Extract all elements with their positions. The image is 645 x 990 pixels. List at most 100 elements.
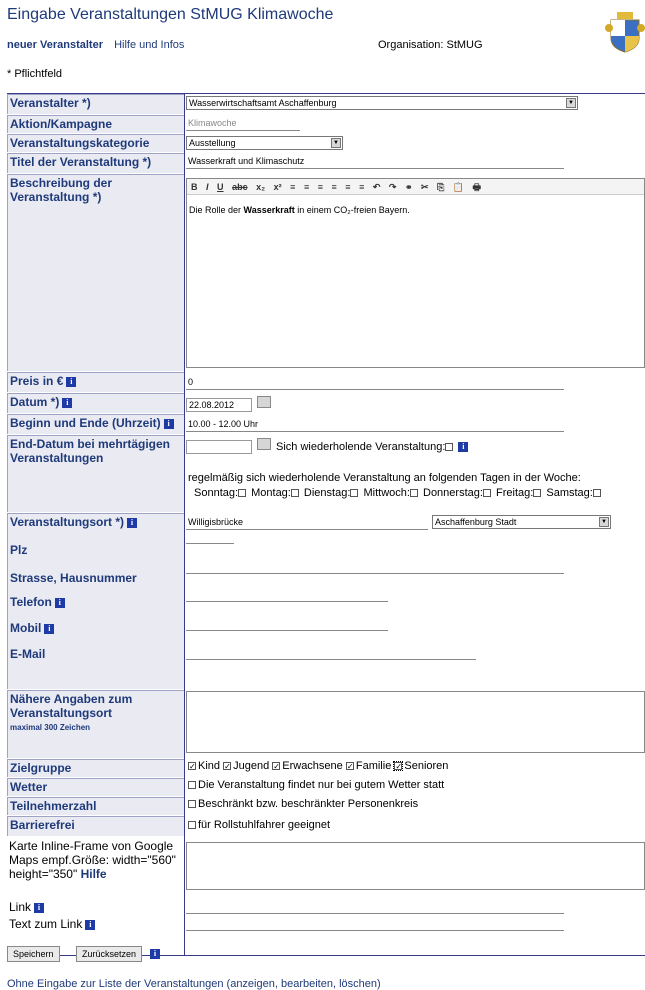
zielgruppe-senioren-label: Senioren	[404, 760, 449, 772]
barriere-option: für Rollstuhlfahrer geeignet	[188, 819, 330, 831]
copy-icon[interactable]: ⎘	[437, 182, 444, 193]
help-link[interactable]: Hilfe und Infos	[114, 39, 184, 51]
calendar-icon[interactable]	[257, 438, 271, 450]
plz-field[interactable]	[186, 530, 234, 544]
info-icon[interactable]: i	[163, 418, 174, 429]
required-note: * Pflichtfeld	[7, 68, 63, 80]
strasse-field[interactable]	[186, 560, 564, 574]
zielgruppe-erwachsene-checkbox[interactable]: ✓	[272, 762, 281, 771]
strikethrough-icon[interactable]: abc	[232, 182, 248, 192]
linktext-field[interactable]	[186, 917, 564, 931]
titel-field[interactable]: Wasserkraft und Klimaschutz	[186, 155, 564, 169]
label-barriere: Barrierefrei	[7, 816, 184, 836]
zielgruppe-familie-checkbox[interactable]: ✓	[345, 762, 354, 771]
karte-textarea[interactable]	[186, 842, 645, 890]
karte-hilfe-link[interactable]: Hilfe	[81, 867, 107, 881]
info-icon[interactable]: i	[62, 397, 73, 408]
superscript-icon[interactable]: x²	[274, 182, 282, 192]
veranstalter-select[interactable]: Wasserwirtschaftsamt Aschaffenburg ▼	[186, 96, 578, 110]
form-divider	[184, 93, 185, 955]
label-beschreibung: Beschreibung der Veranstaltung *)	[7, 174, 184, 371]
ort-region-select[interactable]: Aschaffenburg Stadt ▼	[432, 515, 611, 529]
zielgruppe-familie-label: Familie	[355, 760, 392, 772]
label-naehere: Nähere Angaben zum Veranstaltungsort	[10, 692, 133, 720]
zielgruppe-options: ✓ Kind ✓ Jugend ✓ Erwachsene ✓ Familie ✓ Seni…	[188, 760, 448, 772]
reset-button[interactable]: Zurücksetzen	[76, 946, 143, 962]
teilnehmer-option: Beschränkt bzw. beschränkter Personenkre…	[188, 798, 418, 810]
day-samstag-checkbox[interactable]	[592, 489, 601, 498]
align-left-icon[interactable]: ≡	[318, 182, 323, 192]
naehere-hint: maximal 300 Zeichen	[10, 723, 91, 732]
day-dienstag-label: Dienstag:	[303, 487, 351, 499]
label-veranstalter: Veranstalter *)	[7, 94, 184, 114]
zielgruppe-erwachsene-label: Erwachsene	[282, 760, 343, 772]
description-editor[interactable]: B I U abc x₂ x² ≡ ≡ ≡ ≡ ≡ ≡ ↶ ↷ ⚭ ✂ ⎘ 📋 …	[186, 178, 645, 368]
subscript-icon[interactable]: x₂	[256, 182, 265, 192]
new-organizer-link[interactable]: neuer Veranstalter	[7, 39, 103, 51]
barriere-checkbox[interactable]	[188, 821, 196, 830]
redo-icon[interactable]: ↷	[389, 182, 397, 193]
barriere-label: für Rollstuhlfahrer geeignet	[198, 819, 331, 831]
bold-icon[interactable]: B	[191, 182, 198, 192]
paste-icon[interactable]: 📋	[453, 182, 464, 193]
enddatum-field[interactable]	[186, 440, 252, 454]
day-mittwoch-checkbox[interactable]	[409, 489, 418, 498]
description-text: Die Rolle der	[189, 205, 244, 215]
info-icon[interactable]: i	[54, 597, 65, 608]
aktion-field[interactable]: Klimawoche	[186, 117, 300, 131]
datum-field[interactable]: 22.08.2012	[186, 398, 252, 412]
align-right-icon[interactable]: ≡	[345, 182, 350, 192]
naehere-textarea[interactable]	[186, 691, 645, 753]
kategorie-value: Ausstellung	[189, 138, 236, 148]
print-icon[interactable]: 🖶	[473, 180, 482, 194]
top-navigation: neuer Veranstalter Hilfe und Infos	[7, 39, 184, 51]
repeat-checkbox[interactable]	[445, 443, 454, 452]
email-field[interactable]	[186, 646, 476, 660]
numbered-list-icon[interactable]: ≡	[304, 182, 309, 192]
info-icon[interactable]: i	[458, 442, 469, 453]
day-sonntag-checkbox[interactable]	[238, 489, 247, 498]
bullet-list-icon[interactable]: ≡	[290, 182, 295, 192]
label-strasse: Strasse, Hausnummer	[10, 571, 137, 585]
teilnehmer-checkbox[interactable]	[188, 800, 196, 809]
save-button[interactable]: Speichern	[7, 946, 60, 962]
info-icon[interactable]: i	[34, 902, 45, 913]
zielgruppe-senioren-checkbox[interactable]: ✓	[393, 761, 404, 772]
day-freitag-checkbox[interactable]	[533, 489, 542, 498]
wetter-option: Die Veranstaltung findet nur bei gutem W…	[188, 779, 444, 791]
undo-icon[interactable]: ↶	[373, 182, 381, 193]
events-list-link[interactable]: Ohne Eingabe zur Liste der Veranstaltung…	[7, 978, 381, 990]
zielgruppe-kind-checkbox[interactable]: ✓	[188, 762, 196, 771]
editor-content[interactable]: Die Rolle der Wasserkraft in einem CO₂-f…	[187, 195, 644, 225]
bavaria-crest-logo	[605, 12, 645, 53]
align-center-icon[interactable]: ≡	[332, 182, 337, 192]
day-donnerstag-checkbox[interactable]	[482, 489, 491, 498]
info-icon[interactable]: i	[66, 376, 77, 387]
label-zeit: Beginn und Ende (Uhrzeit)	[10, 416, 161, 430]
day-dienstag-checkbox[interactable]	[350, 489, 359, 498]
day-montag-checkbox[interactable]	[290, 489, 299, 498]
zielgruppe-jugend-checkbox[interactable]: ✓	[223, 762, 232, 771]
link-field[interactable]	[186, 900, 564, 914]
preis-field[interactable]: 0	[186, 376, 564, 390]
info-icon[interactable]: i	[44, 623, 55, 634]
calendar-icon[interactable]	[257, 396, 271, 408]
ort-field[interactable]: Willigisbrücke	[186, 516, 428, 530]
info-icon[interactable]: i	[127, 517, 138, 528]
mobil-field[interactable]	[186, 617, 388, 631]
telefon-field[interactable]	[186, 588, 388, 602]
zielgruppe-kind-label: Kind	[198, 760, 221, 772]
label-mobil-row: Mobil i	[10, 621, 182, 635]
align-justify-icon[interactable]: ≡	[359, 182, 364, 192]
wetter-label: Die Veranstaltung findet nur bei gutem W…	[198, 779, 445, 791]
wetter-checkbox[interactable]	[188, 781, 196, 790]
cut-icon[interactable]: ✂	[421, 182, 429, 193]
info-icon[interactable]: i	[150, 949, 160, 959]
day-donnerstag-label: Donnerstag:	[423, 487, 483, 499]
zeit-field[interactable]: 10.00 - 12.00 Uhr	[186, 418, 564, 432]
info-icon[interactable]: i	[85, 919, 96, 930]
link-icon[interactable]: ⚭	[405, 182, 413, 193]
italic-icon[interactable]: I	[206, 182, 209, 192]
underline-icon[interactable]: U	[217, 182, 224, 192]
kategorie-select[interactable]: Ausstellung ▼	[186, 136, 343, 150]
